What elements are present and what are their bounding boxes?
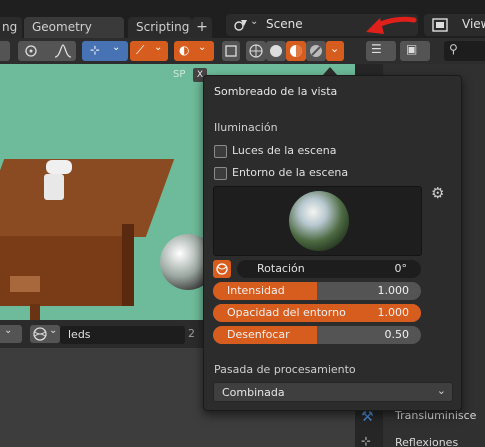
editor-type-button[interactable]	[0, 41, 10, 61]
chevron-down-icon: ⌄	[330, 42, 340, 55]
hdri-preview[interactable]	[213, 186, 422, 256]
chevron-down-icon: ⌄	[49, 325, 58, 336]
shading-material-button[interactable]	[286, 41, 306, 61]
scene-name: Scene	[266, 17, 303, 31]
tab-shading[interactable]: ng	[0, 17, 22, 38]
gizmo-icon: ⊹	[90, 43, 101, 57]
blender-window: ng Geometry Nodes Scripting + ⌄ Scene Vi…	[0, 0, 485, 447]
scene-icon	[234, 20, 247, 31]
editor-menu-button[interactable]: ⌄	[0, 325, 22, 343]
search-field[interactable]: ⚲	[444, 41, 485, 61]
render-pass-select[interactable]: Combinada ⌄	[213, 382, 453, 402]
rotation-row: Rotación 0°	[213, 259, 421, 279]
scene-world-label: Entorno de la escena	[232, 166, 349, 179]
chevron-down-icon: ⌄	[436, 384, 446, 397]
shading-solid-button[interactable]	[266, 41, 286, 61]
render-pass-section-header: Pasada de procesamiento	[214, 363, 356, 376]
rotation-value: 0°	[394, 262, 408, 275]
chevron-down-icon: ⌄	[198, 42, 207, 53]
shading-options-dropdown[interactable]: ⌄	[326, 41, 344, 61]
xray-icon: ◐	[179, 43, 190, 57]
world-lighting-icon	[216, 263, 228, 275]
gear-icon[interactable]: ⚙	[431, 184, 444, 202]
tab-geometry-nodes[interactable]: Geometry Nodes	[24, 17, 124, 55]
shading-wireframe-button[interactable]	[246, 41, 266, 61]
world-space-lighting-toggle[interactable]	[213, 260, 231, 278]
scene-lights-checkbox[interactable]	[214, 145, 227, 158]
xray-square-icon	[225, 45, 237, 57]
rendered-sphere-icon	[310, 45, 322, 57]
view-layer-name: View	[462, 17, 485, 31]
object-name-text: leds	[68, 328, 91, 341]
object-name-field[interactable]: leds	[60, 326, 185, 344]
overlays-icon: ⟋	[136, 43, 145, 57]
toggle-xray-button[interactable]	[222, 41, 240, 61]
cup-object	[44, 174, 64, 200]
blur-value: 0.50	[384, 328, 410, 341]
proportional-editing-button[interactable]	[18, 41, 76, 61]
falloff-curve-icon	[54, 44, 72, 58]
rotation-label: Rotación	[257, 262, 305, 275]
table-side	[122, 224, 134, 306]
viewport-overlay-label: SP	[173, 69, 186, 80]
viewport-shading-popover: Sombreado de la vista Iluminación Luces …	[203, 75, 462, 411]
table-leg	[30, 304, 40, 320]
hdri-sphere-image	[289, 191, 349, 251]
chevron-down-icon: ⌄	[154, 42, 163, 53]
outliner-filter-button[interactable]: ☰	[366, 41, 396, 61]
view-layer-icon	[432, 18, 448, 32]
add-workspace-button[interactable]: +	[192, 17, 212, 38]
table-front	[0, 236, 125, 306]
chevron-down-icon: ⌄	[112, 42, 121, 53]
properties-label: Reflexiones	[395, 436, 459, 447]
display-mode-button[interactable]: ▣	[400, 41, 430, 61]
world-opacity-slider[interactable]: Opacidad del entorno 1.000	[213, 304, 421, 322]
intensity-slider[interactable]: Intensidad 1.000	[213, 282, 421, 300]
rotation-field[interactable]: Rotación 0°	[237, 260, 421, 278]
material-sphere-icon	[290, 45, 302, 57]
chevron-down-icon: ⌄	[4, 325, 13, 336]
viewport-header-toolbar: ⊹ ⌄ ⟋ ⌄ ◐ ⌄ ⌄ ☰ ▣ ⚲	[0, 38, 485, 64]
world-opacity-label: Opacidad del entorno	[227, 306, 346, 319]
proportional-icon	[25, 45, 37, 57]
scene-world-checkbox[interactable]	[214, 167, 227, 180]
view-layer-selector[interactable]: View	[424, 14, 485, 36]
world-selector-button[interactable]: ⌄	[30, 325, 60, 343]
scene-lights-label: Luces de la escena	[232, 144, 337, 157]
user-count: 2	[188, 327, 195, 340]
shading-rendered-button[interactable]	[306, 41, 326, 61]
chevron-down-icon: ⌄	[250, 16, 259, 27]
intensity-label: Intensidad	[227, 284, 285, 297]
scene-lights-checkbox-row[interactable]: Luces de la escena	[214, 144, 414, 160]
workspace-tab-bar: ng Geometry Nodes Scripting + ⌄ Scene Vi…	[0, 0, 485, 55]
scene-world-checkbox-row[interactable]: Entorno de la escena	[214, 166, 414, 182]
gizmo-toggle-button[interactable]: ⊹ ⌄	[82, 41, 128, 61]
world-opacity-value: 1.000	[377, 306, 410, 319]
table-top	[0, 159, 175, 237]
wrench-icon[interactable]: ⚒	[361, 409, 374, 425]
image-icon: ▣	[406, 42, 418, 56]
lighting-section-header: Iluminación	[214, 121, 278, 134]
cup-handle	[46, 160, 72, 174]
list-icon: ☰	[371, 42, 382, 56]
table-drawer	[10, 276, 40, 292]
solid-sphere-icon	[270, 45, 282, 57]
xray-button[interactable]: ◐ ⌄	[174, 41, 214, 61]
intensity-value: 1.000	[377, 284, 410, 297]
popover-title: Sombreado de la vista	[214, 85, 338, 98]
overlays-toggle-button[interactable]: ⟋ ⌄	[130, 41, 168, 61]
wireframe-icon	[249, 44, 263, 58]
blur-slider[interactable]: Desenfocar 0.50	[213, 326, 421, 344]
render-pass-value: Combinada	[222, 386, 285, 399]
world-icon	[33, 327, 47, 341]
constraint-icon[interactable]: ⊹	[361, 434, 371, 447]
search-icon: ⚲	[449, 42, 458, 56]
blur-label: Desenfocar	[227, 328, 290, 341]
tab-scripting[interactable]: Scripting	[128, 17, 192, 38]
